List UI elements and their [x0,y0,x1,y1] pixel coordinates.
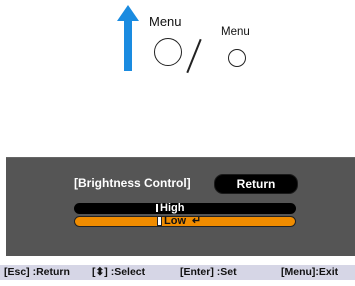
option-low[interactable]: Low ↵ [74,216,296,227]
help-select: [⬍] :Select [92,266,146,278]
help-enter: [Enter] :Set [180,266,237,278]
menu-key-label-small: Menu [221,26,250,38]
radio-off-icon [156,204,158,212]
help-esc: [Esc] :Return [4,266,70,278]
slash-divider [186,38,202,74]
panel-title: [Brightness Control] [74,176,191,190]
option-high-label: High [160,202,185,214]
up-arrow-icon [117,5,139,71]
help-bar: [Esc] :Return [⬍] :Select [Enter] :Set [… [0,265,355,280]
option-high[interactable]: High [74,203,296,214]
menu-button-small-icon [228,49,246,67]
return-button[interactable]: Return [214,174,298,194]
enter-icon: ↵ [192,215,202,227]
menu-button-large-icon [154,38,182,66]
radio-on-icon [157,216,162,226]
brightness-control-panel: [Brightness Control] Return High Low ↵ [6,157,355,256]
help-menu: [Menu]:Exit [281,266,339,278]
option-low-label: Low [164,215,186,227]
menu-key-label-large: Menu [149,14,182,29]
